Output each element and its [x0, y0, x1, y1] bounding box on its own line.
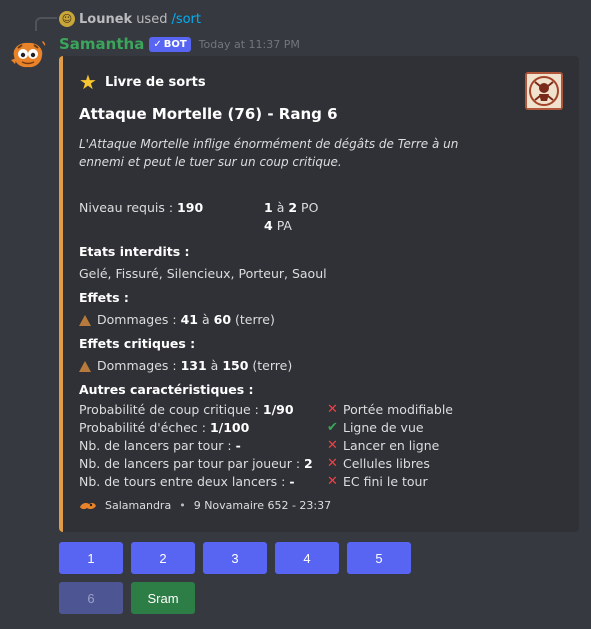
level-value: 190: [177, 200, 204, 215]
embed-footer: Salamandra • 9 Novamaire 652 - 23:37: [79, 498, 331, 512]
range-min: 1: [264, 200, 273, 215]
forbidden-states-title: Etats interdits :: [79, 244, 190, 259]
critical-effect-line: Dommages : 131 à 150 (terre): [79, 357, 292, 375]
flag-label: Cellules libres: [343, 456, 430, 471]
effects-title: Effets :: [79, 290, 129, 305]
forbidden-states-value: Gelé, Fissuré, Silencieux, Porteur, Saou…: [79, 266, 327, 281]
replied-username[interactable]: Lounek: [79, 12, 132, 27]
stat-label: Probabilité d'échec :: [79, 420, 206, 435]
verified-check-icon: ✓: [153, 38, 162, 50]
stat-value: 2: [304, 456, 313, 471]
cross-icon: ✕: [327, 438, 338, 453]
cross-icon: ✕: [327, 402, 338, 417]
flag-label: Lancer en ligne: [343, 438, 440, 453]
effects-field: Effets : Dommages : 41 à 60 (terre): [79, 289, 275, 329]
range-cost-field: 1 à 2 PO 4 PA: [264, 199, 318, 235]
stat-value: -: [289, 474, 295, 489]
stat-label: Nb. de lancers par tour par joueur :: [79, 456, 301, 471]
critical-effect-element: (terre): [252, 358, 293, 373]
range-sep: à: [276, 200, 285, 215]
footer-separator: •: [179, 498, 186, 512]
spell-embed: ★ Livre de sorts Attaque Mortelle (76) -…: [59, 56, 579, 532]
critical-effect-label: Dommages :: [97, 358, 177, 373]
forbidden-states-field: Etats interdits : Gelé, Fissuré, Silenci…: [79, 243, 327, 283]
stats-list: Probabilité de coup critique : 1/90 Prob…: [79, 401, 313, 491]
cross-icon: ✕: [327, 456, 338, 471]
embed-author-name: Livre de sorts: [104, 74, 206, 90]
stat-label: Nb. de tours entre deux lancers :: [79, 474, 286, 489]
slash-command[interactable]: /sort: [171, 12, 201, 27]
footer-text: Salamandra: [105, 498, 172, 512]
salamander-avatar-icon: [11, 38, 46, 68]
critical-effect-sep: à: [210, 358, 219, 373]
stat-value: 1/90: [262, 402, 294, 417]
bot-avatar[interactable]: [8, 34, 48, 74]
spell-title: Attaque Mortelle (76) - Rang 6: [79, 105, 338, 123]
reply-verb: used: [136, 11, 168, 27]
flag-label: Ligne de vue: [343, 420, 424, 435]
flag-label: EC fini le tour: [343, 474, 428, 489]
stat-label: Nb. de lancers par tour :: [79, 438, 232, 453]
flag-row: ✕ Portée modifiable: [327, 401, 453, 419]
effect-sep: à: [201, 312, 210, 327]
flag-row: ✔ Ligne de vue: [327, 419, 453, 437]
embed-author: ★ Livre de sorts: [79, 72, 206, 92]
spell-thumbnail[interactable]: [525, 72, 563, 110]
cross-icon: ✕: [327, 474, 338, 489]
flags-list: ✕ Portée modifiable ✔ Ligne de vue ✕ Lan…: [327, 401, 453, 491]
effect-line: Dommages : 41 à 60 (terre): [79, 311, 275, 329]
page-3-button[interactable]: 3: [203, 542, 267, 574]
level-field: Niveau requis : 190: [79, 199, 203, 217]
stat-row: Nb. de lancers par tour par joueur : 2: [79, 455, 313, 473]
critical-effects-title: Effets critiques :: [79, 336, 196, 351]
flag-row: ✕ Cellules libres: [327, 455, 453, 473]
stat-row: Nb. de lancers par tour : -: [79, 437, 313, 455]
stat-row: Probabilité de coup critique : 1/90: [79, 401, 313, 419]
stat-row: Probabilité d'échec : 1/100: [79, 419, 313, 437]
effect-element: (terre): [235, 312, 275, 327]
message-header: Samantha ✓ BOT Today at 11:37 PM: [59, 34, 300, 54]
flag-row: ✕ EC fini le tour: [327, 473, 453, 491]
cost-value: 4: [264, 218, 273, 233]
range-max: 2: [288, 200, 298, 215]
bot-tag: ✓ BOT: [149, 36, 191, 52]
other-characteristics-title: Autres caractéristiques :: [79, 382, 254, 397]
stat-label: Probabilité de coup critique :: [79, 402, 259, 417]
critical-effect-max: 150: [222, 358, 249, 373]
level-label: Niveau requis :: [79, 200, 174, 215]
author-name[interactable]: Samantha: [59, 35, 144, 53]
effect-max: 60: [213, 312, 232, 327]
critical-effects-field: Effets critiques : Dommages : 131 à 150 …: [79, 335, 292, 375]
critical-effect-min: 131: [180, 358, 207, 373]
replied-user-avatar[interactable]: ☺: [59, 11, 75, 27]
reply-connector: [35, 17, 57, 31]
check-icon: ✔: [327, 420, 338, 435]
reply-reference[interactable]: ☺ Lounek used /sort: [59, 10, 201, 28]
salamander-footer-icon: [80, 502, 96, 510]
class-sram-button[interactable]: Sram: [131, 582, 195, 614]
stat-value: 1/100: [209, 420, 250, 435]
star-icon: ★: [79, 70, 97, 94]
page-6-button[interactable]: 6: [59, 582, 123, 614]
spell-skull-icon: [527, 74, 561, 108]
earth-damage-icon: [79, 314, 91, 326]
page-1-button[interactable]: 1: [59, 542, 123, 574]
timestamp[interactable]: Today at 11:37 PM: [199, 38, 300, 51]
effect-min: 41: [180, 312, 198, 327]
effect-label: Dommages :: [97, 312, 177, 327]
page-4-button[interactable]: 4: [275, 542, 339, 574]
flag-label: Portée modifiable: [343, 402, 453, 417]
stat-row: Nb. de tours entre deux lancers : -: [79, 473, 313, 491]
other-characteristics-field: Autres caractéristiques : Probabilité de…: [79, 381, 313, 491]
stat-value: -: [235, 438, 241, 453]
footer-date: 9 Novamaire 652 - 23:37: [193, 498, 332, 512]
page-5-button[interactable]: 5: [347, 542, 411, 574]
earth-damage-icon: [79, 360, 91, 372]
range-unit: PO: [301, 200, 319, 215]
page-2-button[interactable]: 2: [131, 542, 195, 574]
cost-unit: PA: [276, 218, 292, 233]
flag-row: ✕ Lancer en ligne: [327, 437, 453, 455]
bot-tag-label: BOT: [163, 38, 187, 50]
spell-description: L'Attaque Mortelle inflige énormément de…: [79, 137, 459, 169]
